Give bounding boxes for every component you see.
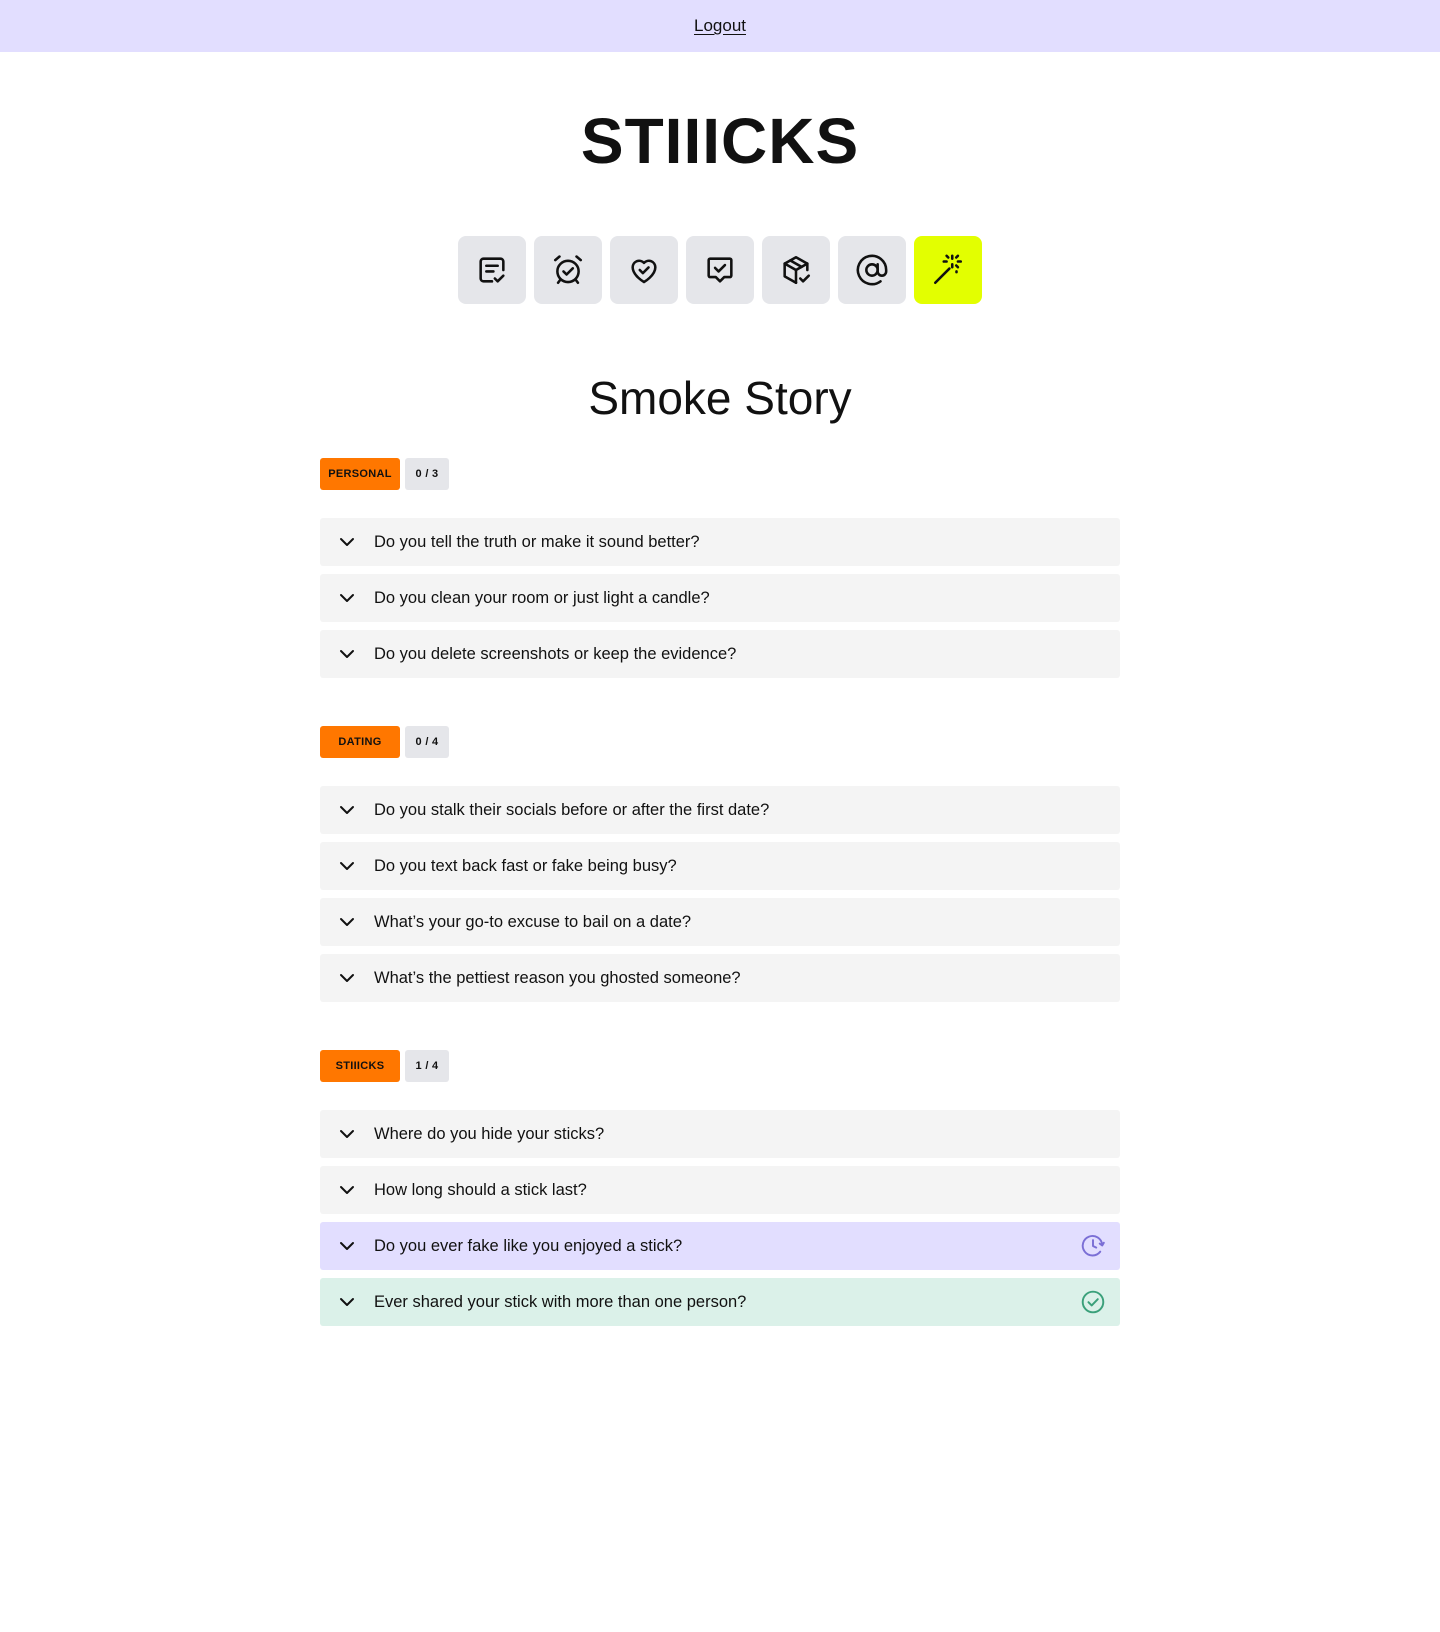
chevron-down-icon bbox=[340, 1298, 354, 1306]
question-text: What’s the pettiest reason you ghosted s… bbox=[374, 968, 741, 987]
section-personal: PERSONAL 0 / 3 Do you tell the truth or … bbox=[320, 458, 1120, 678]
chevron-down-icon bbox=[340, 1242, 354, 1250]
magic-wand-icon bbox=[933, 254, 963, 285]
alarm-check-icon bbox=[553, 255, 583, 285]
question-row-pending[interactable]: Do you ever fake like you enjoyed a stic… bbox=[320, 1222, 1120, 1270]
page-title: Smoke Story bbox=[588, 372, 852, 424]
section-stiiicks: STIIICKS 1 / 4 Where do you hide your st… bbox=[320, 1050, 1120, 1326]
pending-clock-icon bbox=[1081, 1235, 1105, 1257]
question-text: Do you delete screenshots or keep the ev… bbox=[374, 644, 737, 663]
logout-link[interactable]: Logout bbox=[694, 16, 746, 36]
question-text: Do you tell the truth or make it sound b… bbox=[374, 532, 700, 551]
question-text: What’s your go-to excuse to bail on a da… bbox=[374, 912, 692, 931]
chevron-down-icon bbox=[340, 538, 354, 546]
question-text: Do you clean your room or just light a c… bbox=[374, 588, 710, 607]
question-text: Do you ever fake like you enjoyed a stic… bbox=[374, 1236, 683, 1255]
question-row[interactable]: Do you text back fast or fake being busy… bbox=[320, 842, 1120, 890]
question-row[interactable]: Where do you hide your sticks? bbox=[320, 1110, 1120, 1158]
section-dating: DATING 0 / 4 Do you stalk their socials … bbox=[320, 726, 1120, 1002]
brand-logo: STIIICKS bbox=[580, 105, 860, 177]
question-row[interactable]: Do you clean your room or just light a c… bbox=[320, 574, 1120, 622]
chevron-down-icon bbox=[340, 650, 354, 658]
progress-badge: 0 / 4 bbox=[405, 726, 449, 758]
chevron-down-icon bbox=[340, 594, 354, 602]
nav-button-notes[interactable] bbox=[458, 236, 526, 304]
chat-check-icon bbox=[707, 257, 733, 283]
question-list: PERSONAL 0 / 3 Do you tell the truth or … bbox=[320, 458, 1120, 1326]
chevron-down-icon bbox=[340, 862, 354, 870]
check-circle-icon bbox=[1081, 1290, 1105, 1314]
category-icon-bar bbox=[0, 236, 1440, 304]
nav-button-chat[interactable] bbox=[686, 236, 754, 304]
category-tag: DATING bbox=[320, 726, 400, 758]
progress-badge: 0 / 3 bbox=[405, 458, 449, 490]
chevron-down-icon bbox=[340, 974, 354, 982]
chevron-down-icon bbox=[340, 1130, 354, 1138]
question-row[interactable]: Do you delete screenshots or keep the ev… bbox=[320, 630, 1120, 678]
checklist-note-icon bbox=[479, 257, 505, 283]
nav-button-alarm[interactable] bbox=[534, 236, 602, 304]
question-text: Do you text back fast or fake being busy… bbox=[374, 856, 677, 875]
question-text: Ever shared your stick with more than on… bbox=[374, 1292, 747, 1311]
nav-button-heart[interactable] bbox=[610, 236, 678, 304]
chevron-down-icon bbox=[340, 918, 354, 926]
progress-badge: 1 / 4 bbox=[405, 1050, 449, 1082]
question-text: How long should a stick last? bbox=[374, 1180, 587, 1199]
question-row[interactable]: What’s your go-to excuse to bail on a da… bbox=[320, 898, 1120, 946]
nav-button-magic[interactable] bbox=[914, 236, 982, 304]
chevron-down-icon bbox=[340, 806, 354, 814]
question-row[interactable]: How long should a stick last? bbox=[320, 1166, 1120, 1214]
question-row-done[interactable]: Ever shared your stick with more than on… bbox=[320, 1278, 1120, 1326]
nav-button-mention[interactable] bbox=[838, 236, 906, 304]
nav-button-box[interactable] bbox=[762, 236, 830, 304]
question-text: Do you stalk their socials before or aft… bbox=[374, 800, 770, 819]
question-text: Where do you hide your sticks? bbox=[374, 1124, 605, 1143]
chevron-down-icon bbox=[340, 1186, 354, 1194]
question-row[interactable]: Do you stalk their socials before or aft… bbox=[320, 786, 1120, 834]
question-row[interactable]: What’s the pettiest reason you ghosted s… bbox=[320, 954, 1120, 1002]
question-row[interactable]: Do you tell the truth or make it sound b… bbox=[320, 518, 1120, 566]
category-tag: PERSONAL bbox=[320, 458, 400, 490]
top-bar: Logout bbox=[0, 0, 1440, 52]
heart-check-icon bbox=[631, 259, 657, 284]
box-check-icon bbox=[783, 255, 811, 285]
at-sign-icon bbox=[856, 254, 888, 286]
category-tag: STIIICKS bbox=[320, 1050, 400, 1082]
